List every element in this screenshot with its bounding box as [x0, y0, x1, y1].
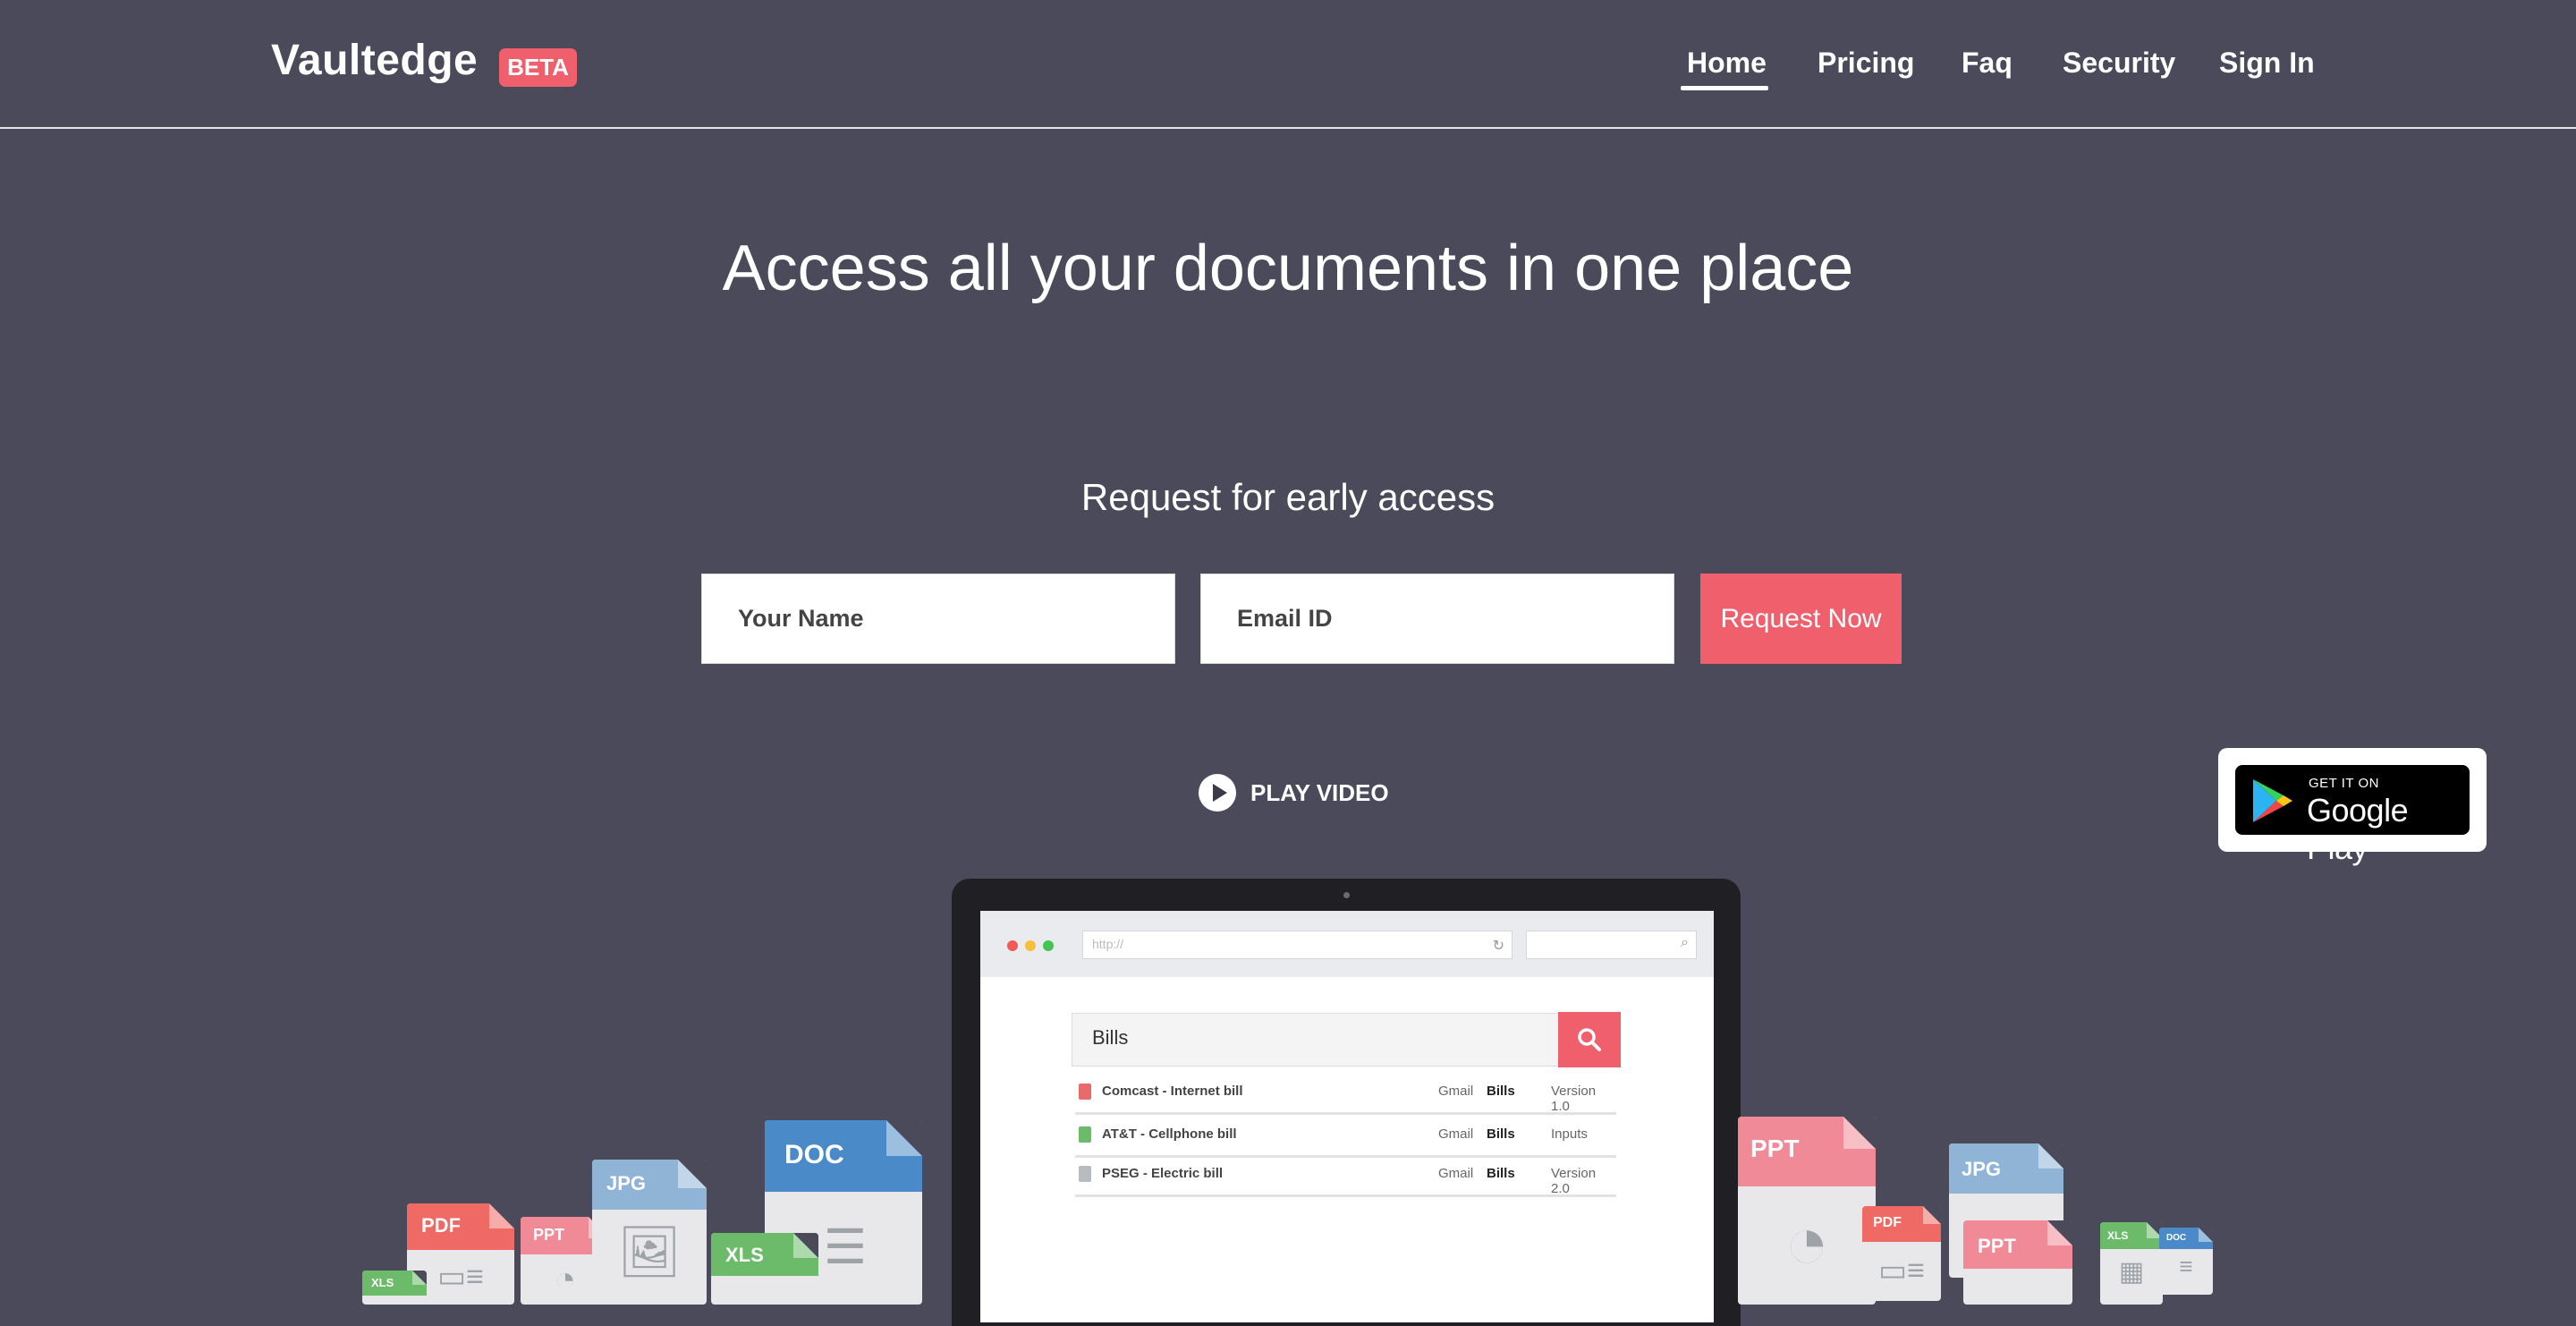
google-play-badge-inner: GET IT ON Google Play [2235, 765, 2470, 866]
hero-subheading: Request for early access [1080, 476, 1496, 518]
result-category: Bills [1487, 1166, 1515, 1181]
xls-file-icon: XLS [711, 1233, 818, 1305]
hero-headline: Access all your documents in one place [722, 233, 1854, 304]
doc-file-icon: DOC ≡ [2159, 1228, 2213, 1295]
app-search-button [1558, 1012, 1621, 1067]
laptop-camera [1343, 892, 1350, 898]
browser-minimize-dot [1025, 940, 1036, 951]
browser-url-text: http:// [1092, 937, 1124, 951]
result-name: PSEG - Electric bill [1102, 1166, 1224, 1181]
result-category: Bills [1487, 1084, 1515, 1099]
xls-file-icon: XLS ▦ [2100, 1222, 2163, 1305]
pdf-file-icon [1079, 1084, 1091, 1100]
google-play-icon [2253, 779, 2292, 822]
nav-home[interactable]: Home [1687, 47, 1767, 80]
result-name: Comcast - Internet bill [1102, 1084, 1243, 1099]
browser-search-icon: ⌕ [1681, 935, 1689, 950]
browser-maximize-dot [1043, 940, 1054, 951]
google-play-big-text: Google Play [2307, 792, 2409, 866]
laptop-screen: http:// ↻ ⌕ Bills Comcast - Internet bil… [980, 911, 1714, 1322]
xls-file-icon: XLS [362, 1271, 427, 1305]
browser-close-dot [1007, 940, 1018, 951]
result-version: Version 1.0 [1551, 1084, 1597, 1114]
google-play-badge[interactable]: GET IT ON Google Play [2218, 748, 2487, 866]
result-source: Gmail [1438, 1166, 1474, 1181]
ppt-file-icon: PPT ◔ [1738, 1117, 1876, 1305]
nav-sign-in[interactable]: Sign In [2219, 47, 2315, 80]
search-icon [1578, 1028, 1601, 1051]
result-source: Gmail [1438, 1084, 1474, 1099]
result-source: Gmail [1438, 1126, 1474, 1142]
name-input[interactable] [701, 574, 1175, 664]
result-name: AT&T - Cellphone bill [1102, 1126, 1237, 1142]
play-icon [1199, 774, 1236, 812]
xls-file-icon [1079, 1126, 1091, 1143]
nav-faq[interactable]: Faq [1962, 47, 2012, 80]
browser-toolbar: http:// ↻ ⌕ [980, 911, 1714, 977]
browser-url-bar: http:// ↻ [1082, 931, 1513, 959]
result-row: PSEG - Electric bill Gmail Bills Version… [1075, 1159, 1616, 1197]
ppt-file-icon: PPT [1963, 1220, 2072, 1305]
header-divider [0, 127, 2576, 129]
nav-security[interactable]: Security [2063, 47, 2175, 80]
result-category: Bills [1487, 1126, 1515, 1142]
nav-active-indicator [1681, 86, 1768, 90]
play-video-button[interactable]: PLAY VIDEO [1199, 774, 1389, 812]
email-input[interactable] [1200, 574, 1674, 664]
browser-search-box: ⌕ [1526, 931, 1697, 959]
result-version: Version 2.0 [1551, 1166, 1597, 1196]
nav-pricing[interactable]: Pricing [1818, 47, 1914, 80]
refresh-icon: ↻ [1492, 939, 1504, 954]
result-version: Inputs [1551, 1126, 1588, 1142]
jpg-file-icon: JPG 🖼 [592, 1160, 707, 1305]
result-row: Comcast - Internet bill Gmail Bills Vers… [1075, 1076, 1616, 1115]
google-play-small-text: GET IT ON [2309, 776, 2379, 791]
pdf-file-icon: PDF ▭≡ [1862, 1206, 1941, 1301]
doc-file-icon [1079, 1166, 1091, 1182]
request-now-button[interactable]: Request Now [1700, 574, 1902, 664]
beta-badge: BETA [499, 48, 577, 87]
play-video-label: PLAY VIDEO [1250, 778, 1389, 806]
result-row: AT&T - Cellphone bill Gmail Bills Inputs [1075, 1119, 1616, 1158]
brand-logo[interactable]: Vaultedge [271, 36, 478, 85]
app-search-field: Bills [1072, 1013, 1559, 1067]
